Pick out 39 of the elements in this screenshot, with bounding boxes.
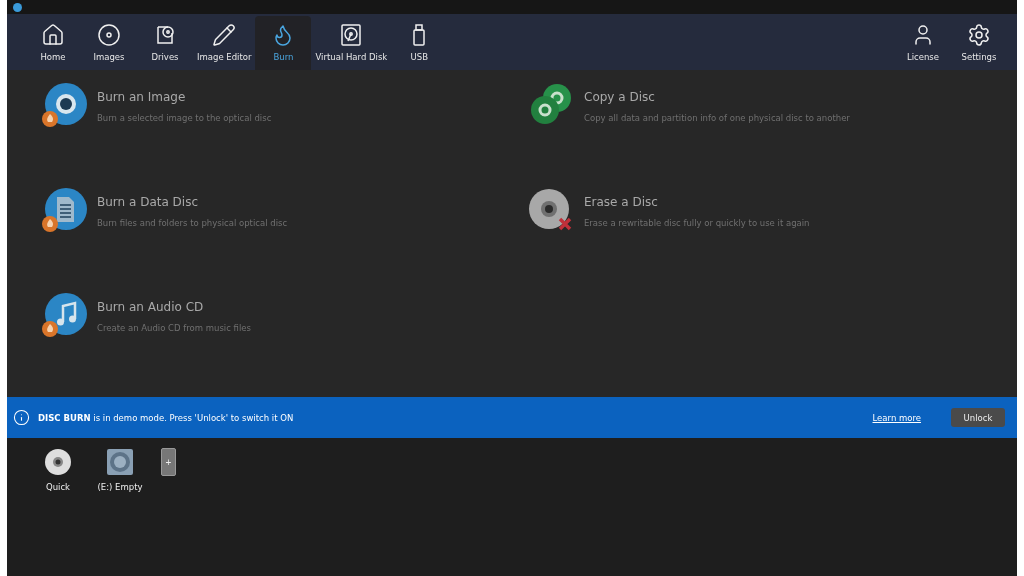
nav-tab[interactable]: Drives: [137, 16, 193, 70]
drive-icon: [106, 448, 134, 476]
task-description: Erase a rewritable disc fully or quickly to use it again: [584, 218, 810, 228]
task-description: Copy all data and partition info of one physical disc to another: [584, 113, 850, 123]
info-icon: [13, 409, 30, 426]
app-logo-icon: [13, 2, 22, 12]
nav-tab[interactable]: Burn: [255, 16, 312, 70]
unlock-button[interactable]: Unlock: [951, 408, 1005, 427]
nav-tab[interactable]: License: [895, 16, 951, 70]
dock-label: Quick: [45, 482, 70, 492]
task-title[interactable]: Copy a Disc: [584, 90, 850, 104]
nav-tab[interactable]: Home: [25, 16, 81, 70]
settings-icon: [967, 23, 991, 47]
pencil-icon: [212, 23, 237, 47]
music-disc-burn-icon: [41, 292, 87, 338]
disc-erase-icon: [528, 187, 574, 233]
learn-more-link[interactable]: Learn more: [872, 412, 921, 423]
banner-message: DISC BURN is in demo mode. Press 'Unlock' to switch it ON: [38, 412, 295, 423]
task-description: Burn a selected image to the optical disc: [97, 113, 272, 123]
disc-icon: [97, 23, 121, 47]
dock-item[interactable]: (E:) Empty: [99, 448, 141, 492]
task-description: Burn files and folders to physical optical disc: [97, 218, 288, 228]
nav-tab[interactable]: Virtual Hard Disk: [311, 16, 392, 70]
nav-tab[interactable]: Images: [81, 16, 137, 70]
disc-burn-icon: [41, 82, 87, 128]
add-drive-button[interactable]: +: [161, 448, 176, 476]
dock-item[interactable]: Quick: [37, 448, 79, 492]
task-title[interactable]: Burn an Image: [97, 90, 272, 104]
disc-icon: [44, 448, 72, 476]
task-title[interactable]: Burn an Audio CD: [97, 300, 251, 314]
data-disc-burn-icon: [41, 187, 87, 233]
task-description: Create an Audio CD from music files: [97, 323, 251, 333]
task-title[interactable]: Erase a Disc: [584, 195, 810, 209]
nav-tab[interactable]: USB: [391, 16, 448, 70]
task-title[interactable]: Burn a Data Disc: [97, 195, 288, 209]
dock-label: (E:) Empty: [97, 482, 143, 492]
nav-tab[interactable]: Image Editor: [193, 16, 256, 70]
nav-tab[interactable]: Settings: [951, 16, 1007, 70]
home-icon: [41, 23, 65, 47]
